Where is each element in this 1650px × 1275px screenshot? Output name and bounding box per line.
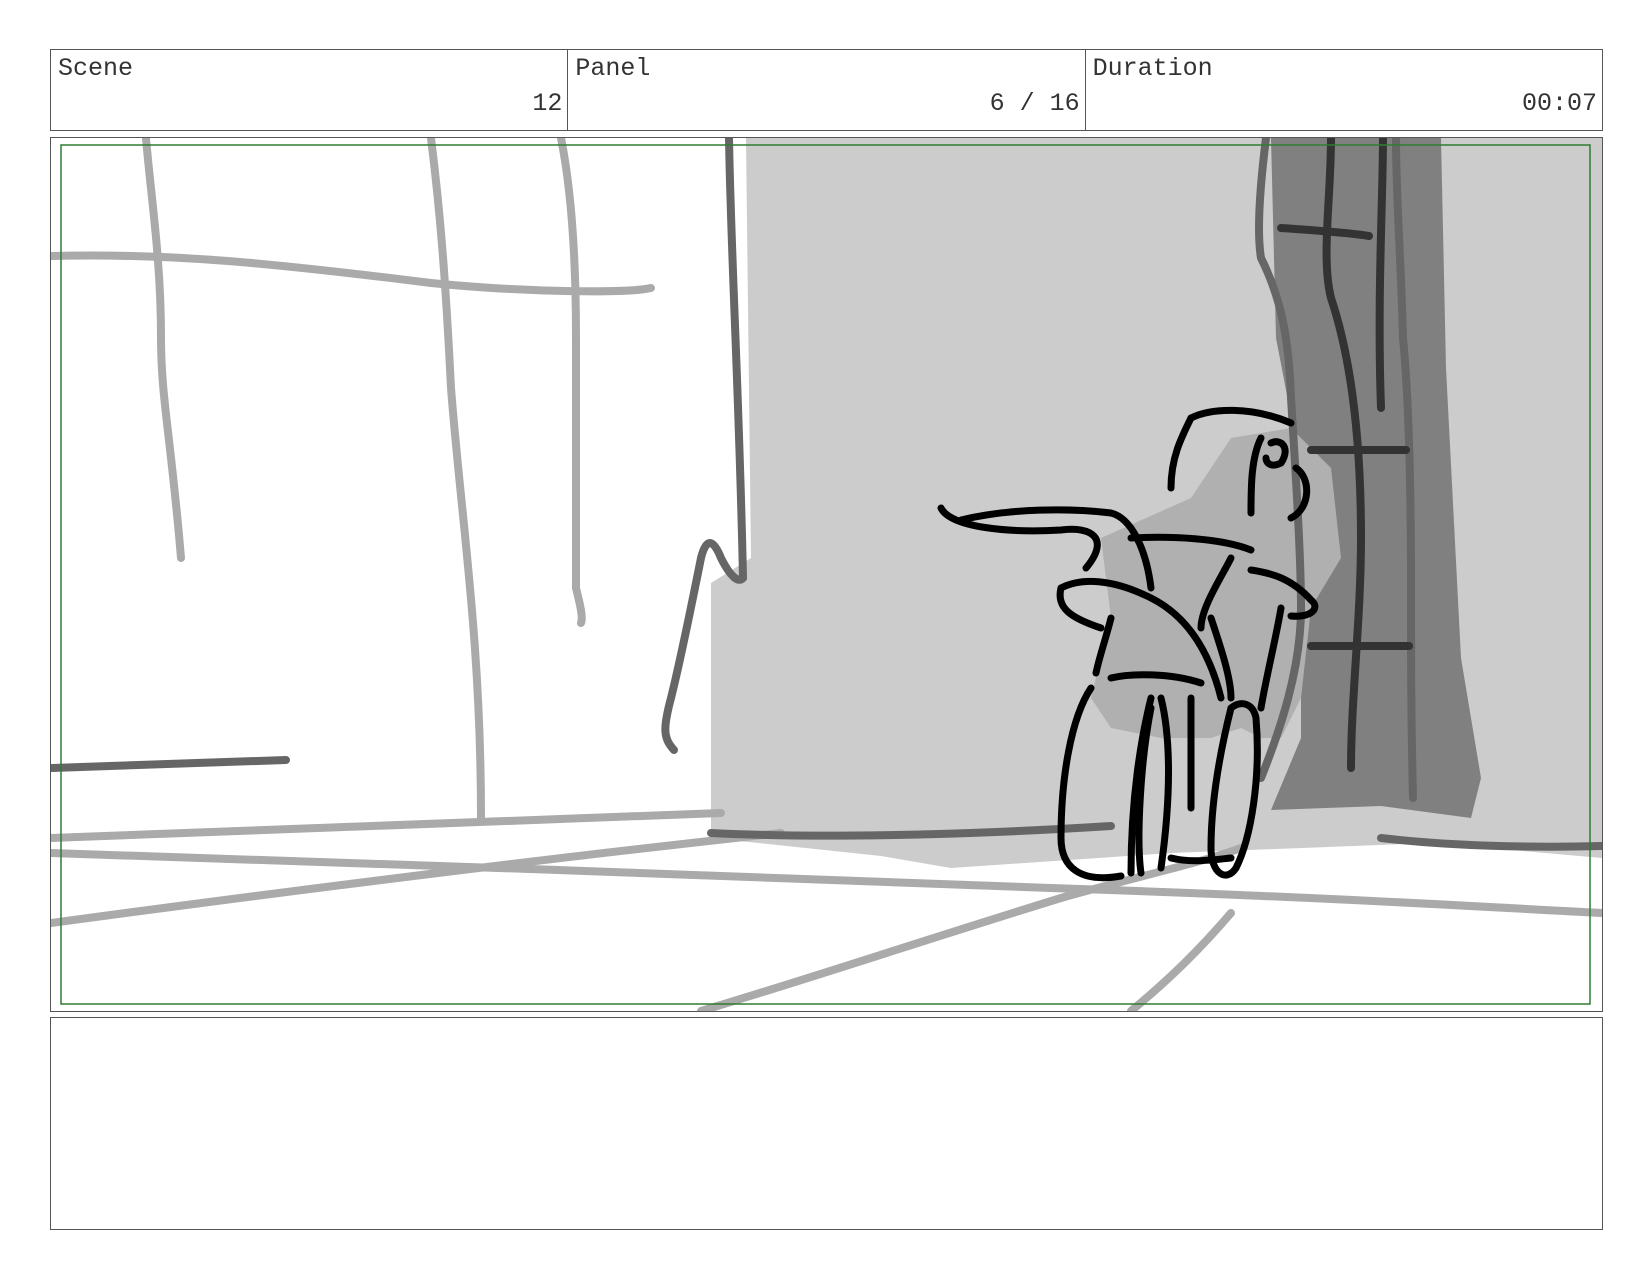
panel-label: Panel <box>575 54 651 83</box>
scene-number: 12 <box>532 89 563 118</box>
panel-cell: Panel 6 / 16 <box>568 50 1086 130</box>
duration-value: 00:07 <box>1521 89 1597 118</box>
storyboard-sketch <box>51 138 1602 1011</box>
duration-cell: Duration 00:07 <box>1086 50 1602 130</box>
scene-label: Scene <box>58 54 134 83</box>
duration-label: Duration <box>1092 54 1213 83</box>
scene-cell: Scene 12 <box>51 50 569 130</box>
storyboard-frame <box>50 137 1603 1012</box>
panel-header: Scene 12 Panel 6 / 16 Duration 00:07 <box>50 49 1603 131</box>
panel-number: 6 / 16 <box>989 89 1080 118</box>
panel-notes <box>50 1017 1603 1230</box>
